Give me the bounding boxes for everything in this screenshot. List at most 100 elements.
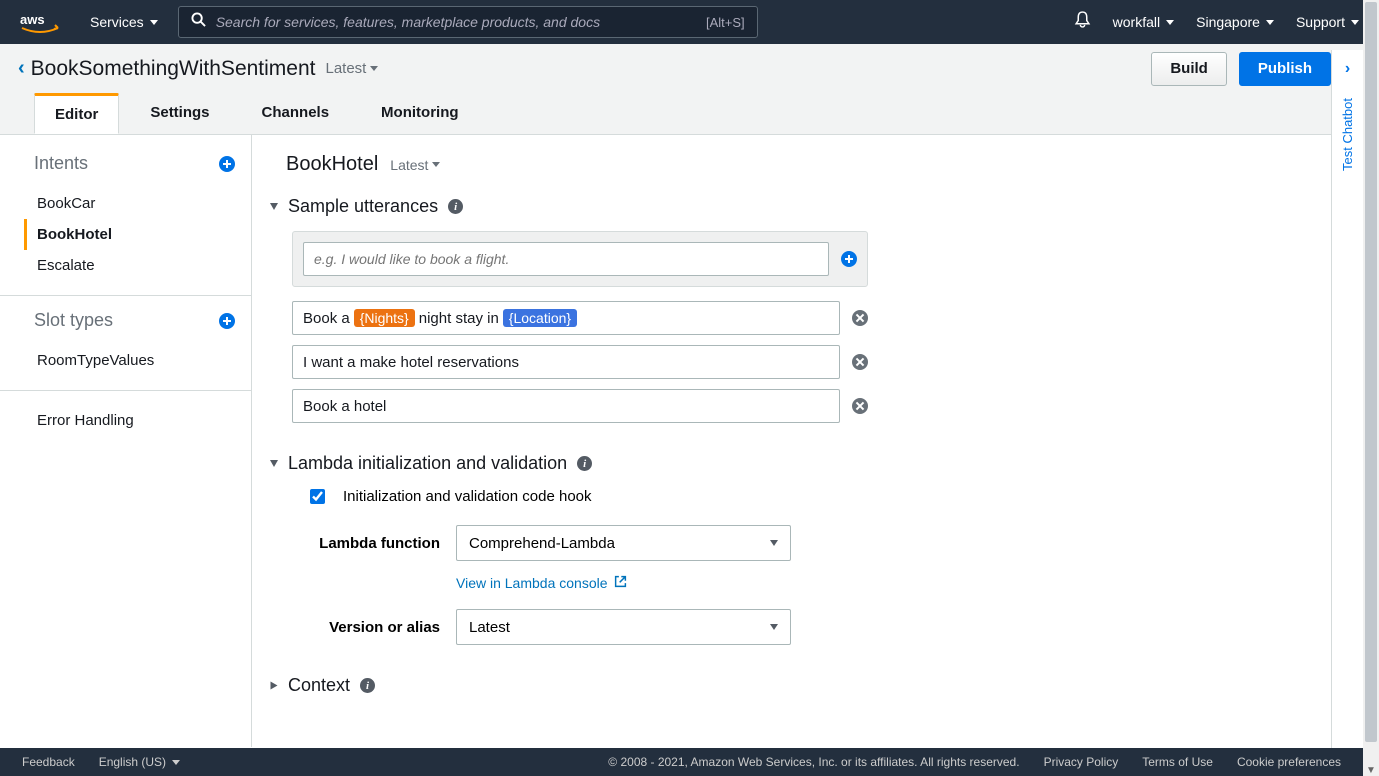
intent-version-dropdown[interactable]: Latest	[390, 157, 440, 173]
lambda-version-row: Version or alias Latest	[310, 609, 1339, 645]
sidebar-intent-bookhotel[interactable]: BookHotel	[24, 219, 235, 250]
lambda-function-value: Comprehend-Lambda	[469, 535, 615, 552]
lambda-head-label: Lambda initialization and validation	[288, 453, 567, 474]
view-lambda-label: View in Lambda console	[456, 575, 608, 591]
utterance-row: I want a make hotel reservations	[292, 345, 868, 379]
back-icon[interactable]: ‹	[18, 57, 25, 80]
slottypes-section-head: Slot types	[34, 310, 235, 331]
caret-down-icon	[150, 20, 158, 25]
code-hook-checkbox[interactable]	[310, 489, 325, 504]
main-area: Intents BookCar BookHotel Escalate Slot …	[0, 135, 1379, 747]
sidebar-slottype-roomtype[interactable]: RoomTypeValues	[24, 345, 235, 376]
tab-settings[interactable]: Settings	[129, 93, 230, 134]
region-menu[interactable]: Singapore	[1196, 14, 1274, 30]
tab-monitoring[interactable]: Monitoring	[360, 93, 479, 134]
delete-utterance-button[interactable]	[852, 398, 868, 414]
terms-link[interactable]: Terms of Use	[1142, 755, 1213, 769]
search-icon	[191, 12, 206, 32]
account-label: workfall	[1113, 14, 1160, 30]
main-tabs: Editor Settings Channels Monitoring	[0, 93, 1379, 135]
utterance-add-row	[292, 231, 868, 287]
code-hook-checkbox-row: Initialization and validation code hook	[310, 488, 1339, 505]
expand-drawer-icon[interactable]: ›	[1345, 60, 1350, 78]
tab-channels[interactable]: Channels	[241, 93, 351, 134]
external-link-icon	[614, 575, 627, 591]
add-slottype-button[interactable]	[219, 313, 235, 329]
test-chatbot-label[interactable]: Test Chatbot	[1340, 98, 1355, 171]
privacy-link[interactable]: Privacy Policy	[1044, 755, 1119, 769]
tab-editor[interactable]: Editor	[34, 93, 119, 134]
caret-down-icon	[770, 540, 778, 546]
delete-utterance-button[interactable]	[852, 354, 868, 370]
notifications-icon[interactable]	[1074, 11, 1091, 33]
utterance-text[interactable]: Book a {Nights} night stay in {Location}	[292, 301, 840, 335]
account-menu[interactable]: workfall	[1113, 14, 1174, 30]
lambda-section-head: Lambda initialization and validation i	[270, 453, 1339, 474]
sidebar-error-handling[interactable]: Error Handling	[24, 405, 235, 436]
view-lambda-link[interactable]: View in Lambda console	[456, 575, 627, 591]
publish-button[interactable]: Publish	[1239, 52, 1331, 86]
lambda-version-value: Latest	[469, 619, 510, 636]
lambda-function-select[interactable]: Comprehend-Lambda	[456, 525, 791, 561]
collapse-toggle-icon[interactable]	[271, 682, 278, 690]
services-menu[interactable]: Services	[90, 14, 158, 30]
caret-down-icon	[770, 624, 778, 630]
utterance-input[interactable]	[303, 242, 829, 276]
utterances-section-head: Sample utterances i	[270, 196, 1339, 217]
info-icon[interactable]: i	[360, 678, 375, 693]
sidebar-intent-escalate[interactable]: Escalate	[24, 250, 235, 281]
search-input[interactable]	[216, 14, 696, 30]
search-shortcut: [Alt+S]	[706, 15, 745, 30]
test-chatbot-drawer[interactable]: › Test Chatbot	[1331, 50, 1363, 748]
intents-head-label: Intents	[34, 153, 88, 174]
add-intent-button[interactable]	[219, 156, 235, 172]
region-label: Singapore	[1196, 14, 1260, 30]
intent-header: BookHotel Latest	[286, 153, 1339, 176]
utterance-row: Book a hotel	[292, 389, 868, 423]
lambda-version-label: Version or alias	[310, 619, 440, 636]
bot-title: BookSomethingWithSentiment	[31, 57, 316, 81]
caret-down-icon	[1351, 20, 1359, 25]
lambda-function-row: Lambda function Comprehend-Lambda	[310, 525, 1339, 561]
cookie-link[interactable]: Cookie preferences	[1237, 755, 1341, 769]
support-menu[interactable]: Support	[1296, 14, 1359, 30]
add-utterance-button[interactable]	[841, 251, 857, 267]
info-icon[interactable]: i	[448, 199, 463, 214]
copyright-text: © 2008 - 2021, Amazon Web Services, Inc.…	[608, 755, 1019, 769]
breadcrumb-bar: ‹ BookSomethingWithSentiment Latest Buil…	[0, 44, 1379, 94]
svg-text:aws: aws	[20, 12, 45, 27]
aws-logo[interactable]: aws	[20, 10, 60, 34]
utterance-text[interactable]: I want a make hotel reservations	[292, 345, 840, 379]
delete-utterance-button[interactable]	[852, 310, 868, 326]
global-search[interactable]: [Alt+S]	[178, 6, 758, 38]
intent-name: BookHotel	[286, 153, 378, 176]
services-label: Services	[90, 14, 144, 30]
info-icon[interactable]: i	[577, 456, 592, 471]
caret-down-icon	[172, 760, 180, 765]
slot-chip-nights[interactable]: {Nights}	[354, 309, 415, 327]
slot-chip-location[interactable]: {Location}	[503, 309, 577, 327]
context-section-head: Context i	[270, 675, 1339, 696]
utterance-row: Book a {Nights} night stay in {Location}	[292, 301, 868, 335]
footer: Feedback English (US) © 2008 - 2021, Ama…	[0, 748, 1363, 776]
slottypes-head-label: Slot types	[34, 310, 113, 331]
lambda-version-select[interactable]: Latest	[456, 609, 791, 645]
bot-version-dropdown[interactable]: Latest	[325, 60, 378, 77]
build-button[interactable]: Build	[1151, 52, 1227, 86]
lambda-function-label: Lambda function	[310, 535, 440, 552]
utterance-fragment: Book a	[303, 310, 350, 327]
feedback-link[interactable]: Feedback	[22, 755, 75, 769]
language-selector[interactable]: English (US)	[99, 755, 180, 769]
intent-version-label: Latest	[390, 157, 428, 173]
caret-down-icon	[432, 162, 440, 167]
collapse-toggle-icon[interactable]	[270, 460, 278, 467]
utterances-head-label: Sample utterances	[288, 196, 438, 217]
utterance-fragment: night stay in	[419, 310, 499, 327]
sidebar-intent-bookcar[interactable]: BookCar	[24, 188, 235, 219]
content-panel: BookHotel Latest Sample utterances i Boo…	[252, 135, 1379, 747]
code-hook-label: Initialization and validation code hook	[343, 488, 592, 505]
utterance-text[interactable]: Book a hotel	[292, 389, 840, 423]
top-nav: aws Services [Alt+S] workfall Singapore …	[0, 0, 1379, 44]
caret-down-icon	[1166, 20, 1174, 25]
collapse-toggle-icon[interactable]	[270, 203, 278, 210]
